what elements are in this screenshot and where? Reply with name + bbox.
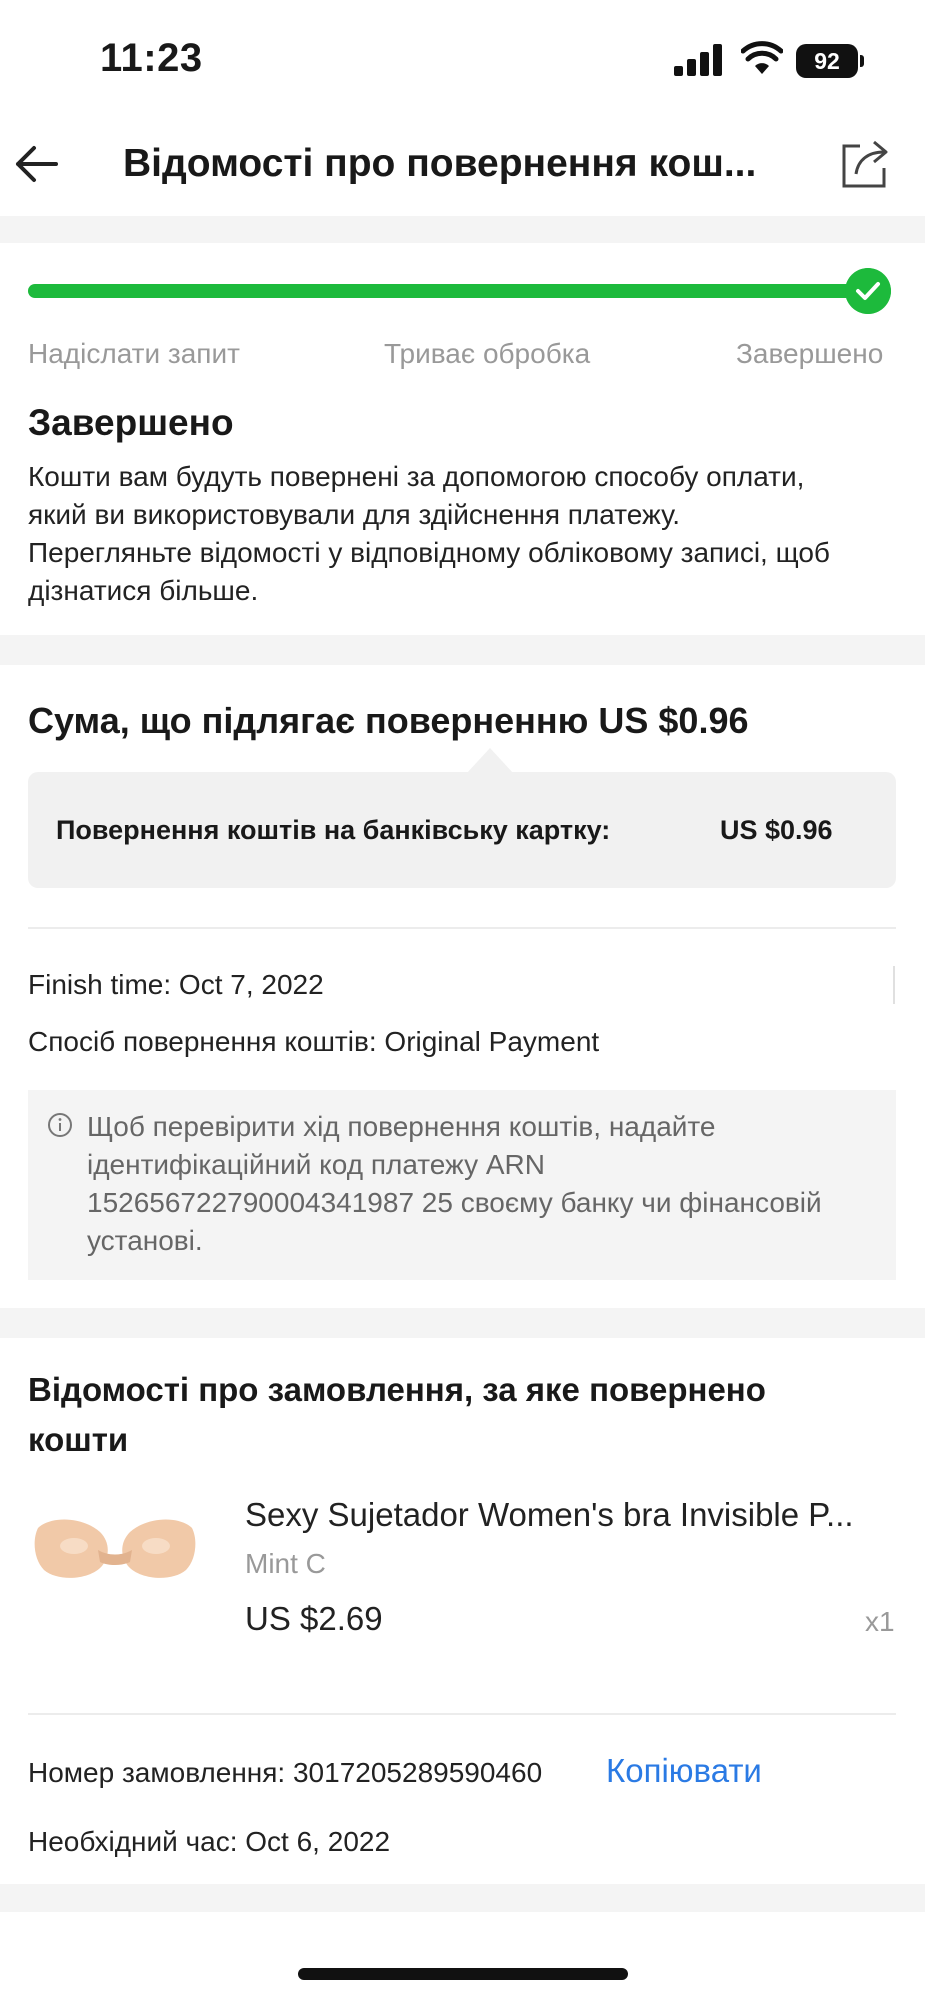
bank-card-amount: US $0.96 [720,815,833,845]
divider [893,966,895,1004]
product-variant: Mint C [245,1548,326,1579]
product-quantity: x1 [865,1606,895,1637]
wifi-icon [741,41,783,74]
status-title: Завершено [28,402,234,443]
step-send-request: Надіслати запит [28,338,240,369]
signal-icon [674,44,722,76]
battery-tip [860,55,864,67]
battery-level: 92 [796,44,858,78]
order-heading: Відомості про замовлення, за яке поверне… [28,1371,766,1458]
step-completed: Завершено [736,338,884,369]
finish-time: Finish time: Oct 7, 2022 [28,969,324,1000]
refund-box-pointer [466,748,514,774]
refund-amount-heading: Сума, що підлягає поверненню US $0.96 [28,700,749,741]
product-title[interactable]: Sexy Sujetador Women's bra Invisible P..… [245,1496,885,1534]
product-image[interactable] [30,1480,200,1610]
product-price: US $2.69 [245,1600,383,1637]
refund-method: Спосіб повернення коштів: Original Payme… [28,1026,600,1057]
status-description: Кошти вам будуть повернені за допомогою … [28,461,830,606]
check-icon [845,268,891,314]
divider [28,1713,896,1715]
required-time: Необхідний час: Oct 6, 2022 [28,1826,391,1857]
bank-card-label: Повернення коштів на банківську картку: [56,815,611,845]
divider [28,927,896,929]
step-processing: Триває обробка [384,338,591,369]
arn-info-text: Щоб перевірити хід повернення коштів, на… [87,1111,822,1256]
progress-bar [28,284,868,298]
bottom-card [0,1912,925,2000]
order-number: Номер замовлення: 3017205289590460 [28,1757,543,1788]
copy-order-number-button[interactable]: Копіювати [606,1752,762,1790]
back-arrow-icon[interactable] [12,140,60,188]
home-indicator[interactable] [298,1968,628,1980]
page-title: Відомості про повернення кош... [123,142,757,185]
info-icon [48,1113,72,1137]
share-icon[interactable] [840,138,890,190]
status-time: 11:23 [100,36,203,80]
